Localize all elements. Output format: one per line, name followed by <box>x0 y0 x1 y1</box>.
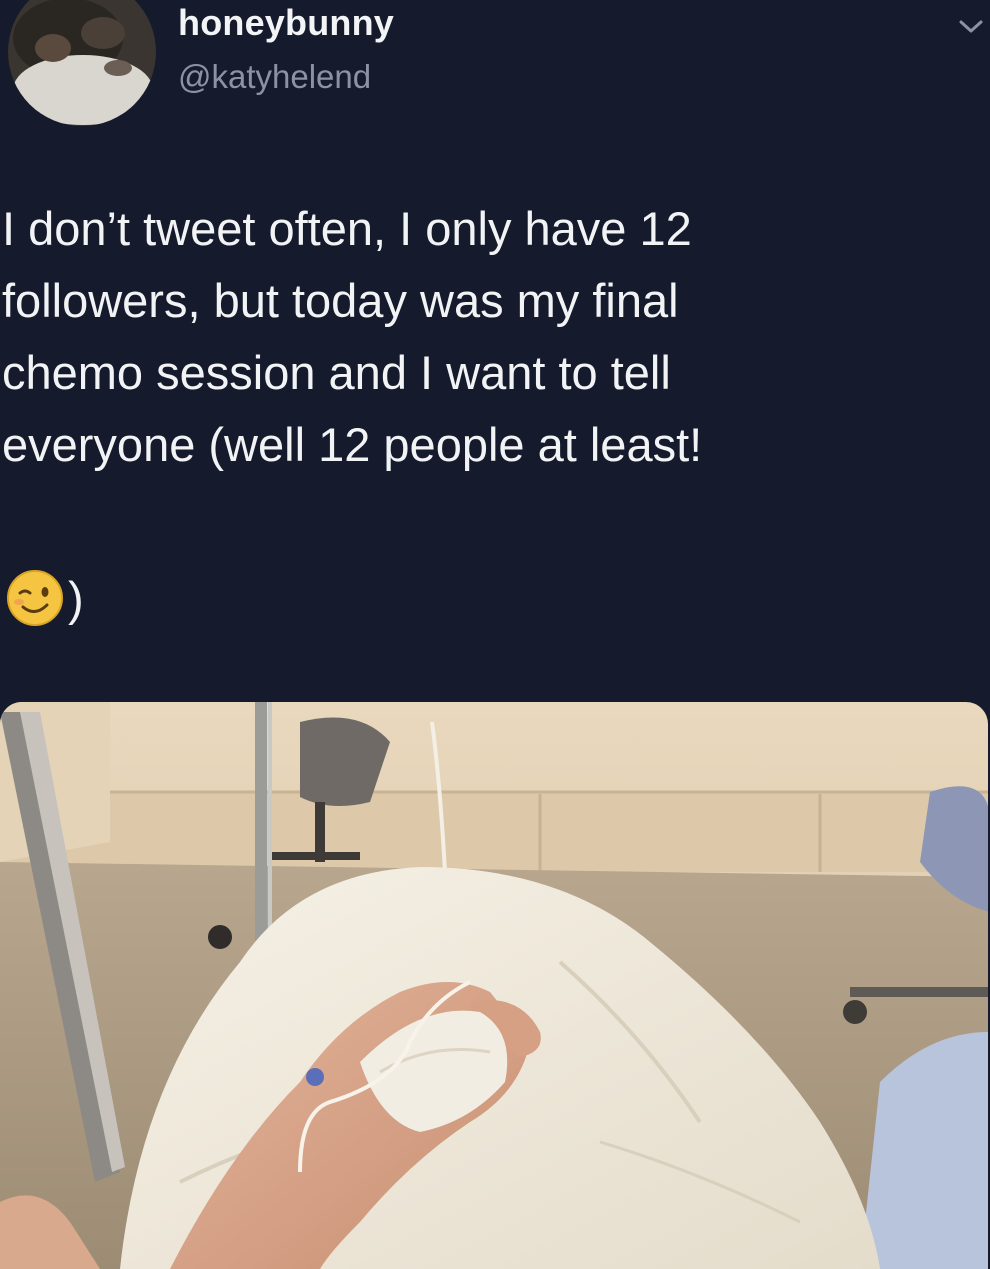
closing-paren: ) <box>68 571 84 625</box>
avatar-image <box>8 0 156 126</box>
tweet-card: honeybunny @katyhelend I don’t tweet oft… <box>0 0 990 1269</box>
tweet-media-photo[interactable] <box>0 702 988 1269</box>
tweet-text: I don’t tweet often, I only have 12 foll… <box>2 202 703 471</box>
winking-face-emoji <box>6 569 64 627</box>
hospital-photo <box>0 702 988 1269</box>
user-handle[interactable]: @katyhelend <box>178 58 371 96</box>
tweet-text-end: ) <box>6 565 84 631</box>
avatar[interactable] <box>8 0 156 126</box>
display-name[interactable]: honeybunny <box>178 2 394 44</box>
chevron-down-icon[interactable] <box>956 14 986 38</box>
